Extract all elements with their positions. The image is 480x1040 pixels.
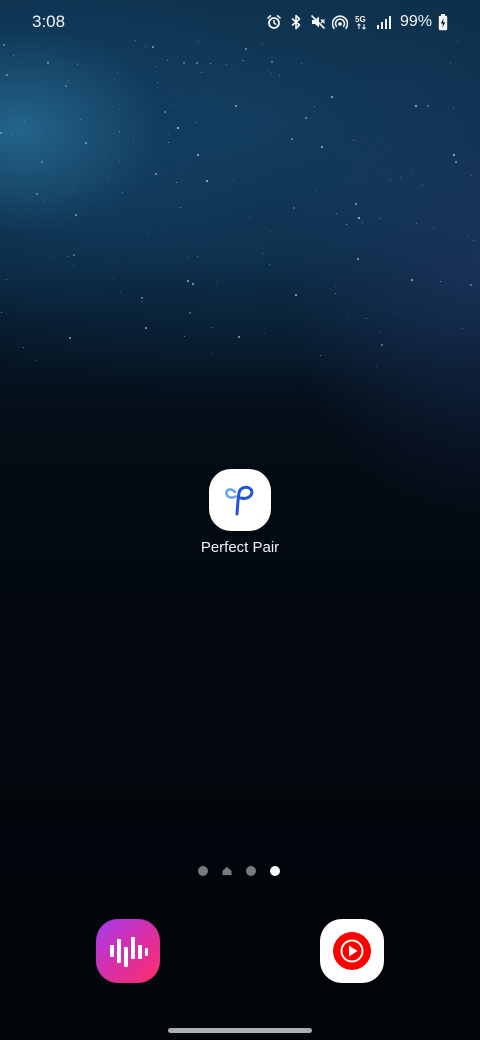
page-dot-1[interactable] [198,866,208,876]
samsung-music-icon[interactable] [96,919,160,983]
status-time: 3:08 [32,12,66,31]
status-icons: 5G 99% [266,12,448,32]
page-indicator[interactable] [198,865,280,877]
alarm-icon [266,14,282,30]
page-dot-4-active[interactable] [270,866,280,876]
app-perfect-pair[interactable]: Perfect Pair [190,469,290,556]
status-bar: 3:08 5G 99% [0,0,480,44]
app-label-perfect-pair: Perfect Pair [200,539,280,556]
youtube-music-icon[interactable] [320,919,384,983]
battery-percent: 99% [399,13,432,30]
perfect-pair-icon[interactable] [209,469,271,531]
5g-label: 5G [355,15,366,24]
dock-app-youtube-music[interactable] [320,919,384,983]
mute-icon [310,14,326,30]
bluetooth-icon [288,14,304,30]
dock-app-samsung-music[interactable] [96,919,160,983]
5g-icon: 5G [354,14,370,30]
gesture-navigation-bar[interactable] [168,1028,312,1033]
page-dot-3[interactable] [246,866,256,876]
hotspot-icon [331,14,348,30]
battery-charging-icon [438,13,448,30]
signal-icon [376,14,392,30]
home-page-indicator-icon[interactable] [222,866,232,876]
